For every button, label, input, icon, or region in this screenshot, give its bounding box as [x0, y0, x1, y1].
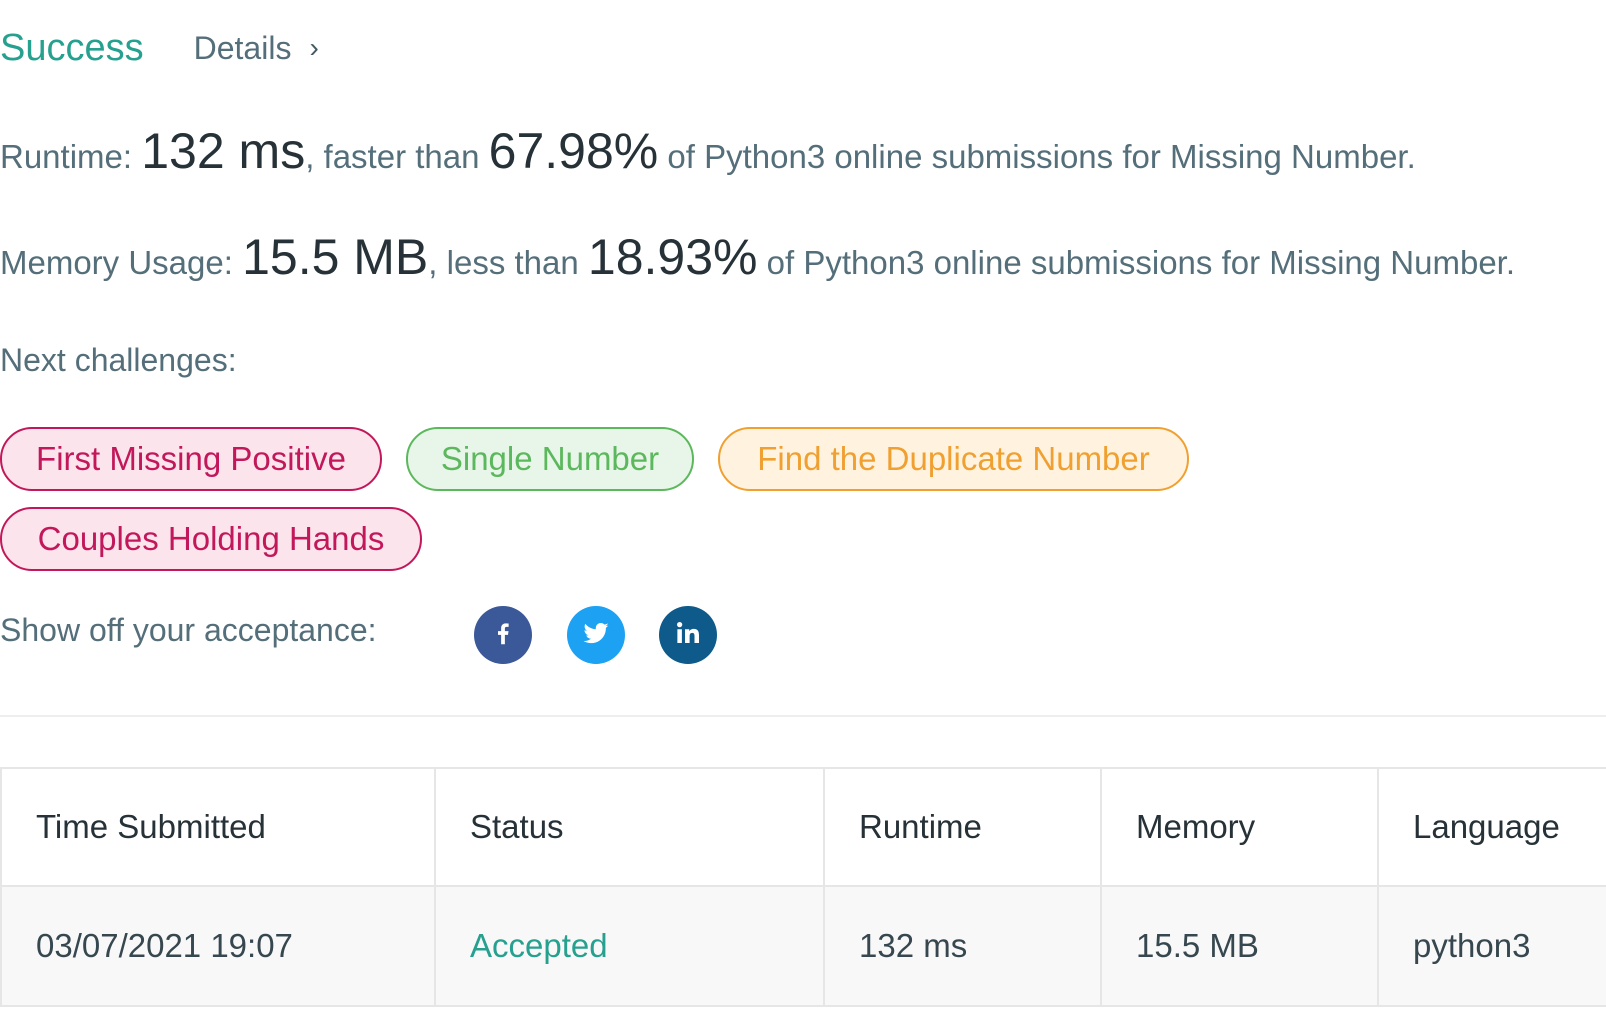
share-label: Show off your acceptance:	[0, 612, 377, 648]
facebook-icon	[488, 618, 518, 653]
memory-value: 15.5 MB	[242, 229, 429, 285]
details-label: Details	[193, 29, 292, 66]
runtime-suffix: of Python3 online submissions for Missin…	[667, 138, 1416, 175]
runtime-label: Runtime:	[0, 138, 133, 175]
runtime-value: 132 ms	[141, 123, 306, 179]
memory-stat: Memory Usage: 15.5 MB, less than 18.93% …	[0, 228, 1515, 286]
memory-percent: 18.93%	[587, 229, 758, 285]
challenge-couples-holding-hands[interactable]: Couples Holding Hands	[0, 507, 422, 571]
column-header-language: Language	[1377, 767, 1606, 887]
challenge-single-number[interactable]: Single Number	[406, 427, 694, 491]
cell-status-link[interactable]: Accepted	[434, 885, 825, 1007]
linkedin-share-button[interactable]	[659, 606, 717, 664]
linkedin-icon	[673, 618, 703, 653]
cell-memory: 15.5 MB	[1100, 885, 1379, 1007]
facebook-share-button[interactable]	[474, 606, 532, 664]
cell-runtime: 132 ms	[823, 885, 1102, 1007]
cell-time-submitted: 03/07/2021 19:07	[0, 885, 436, 1007]
twitter-share-button[interactable]	[567, 606, 625, 664]
column-header-time-submitted: Time Submitted	[0, 767, 436, 887]
twitter-icon	[581, 618, 611, 653]
details-link[interactable]: Details ›	[194, 30, 319, 67]
memory-label: Memory Usage:	[0, 244, 233, 281]
section-divider	[0, 715, 1606, 717]
column-header-status: Status	[434, 767, 825, 887]
table-header-row: Time Submitted Status Runtime Memory Lan…	[0, 767, 1606, 887]
challenge-find-the-duplicate-number[interactable]: Find the Duplicate Number	[718, 427, 1189, 491]
memory-comparison: , less than	[428, 244, 579, 281]
result-header: Success Details ›	[0, 22, 319, 74]
status-success-label: Success	[0, 26, 144, 69]
challenge-first-missing-positive[interactable]: First Missing Positive	[0, 427, 382, 491]
column-header-memory: Memory	[1100, 767, 1379, 887]
memory-suffix: of Python3 online submissions for Missin…	[766, 244, 1516, 281]
runtime-stat: Runtime: 132 ms, faster than 67.98% of P…	[0, 122, 1416, 180]
chevron-right-icon: ›	[309, 32, 319, 63]
table-row: 03/07/2021 19:07 Accepted 132 ms 15.5 MB…	[0, 885, 1606, 1007]
next-challenges-label: Next challenges:	[0, 342, 237, 378]
submissions-table: Time Submitted Status Runtime Memory Lan…	[0, 767, 1606, 1007]
runtime-comparison: , faster than	[305, 138, 480, 175]
cell-language: python3	[1377, 885, 1606, 1007]
column-header-runtime: Runtime	[823, 767, 1102, 887]
runtime-percent: 67.98%	[488, 123, 659, 179]
